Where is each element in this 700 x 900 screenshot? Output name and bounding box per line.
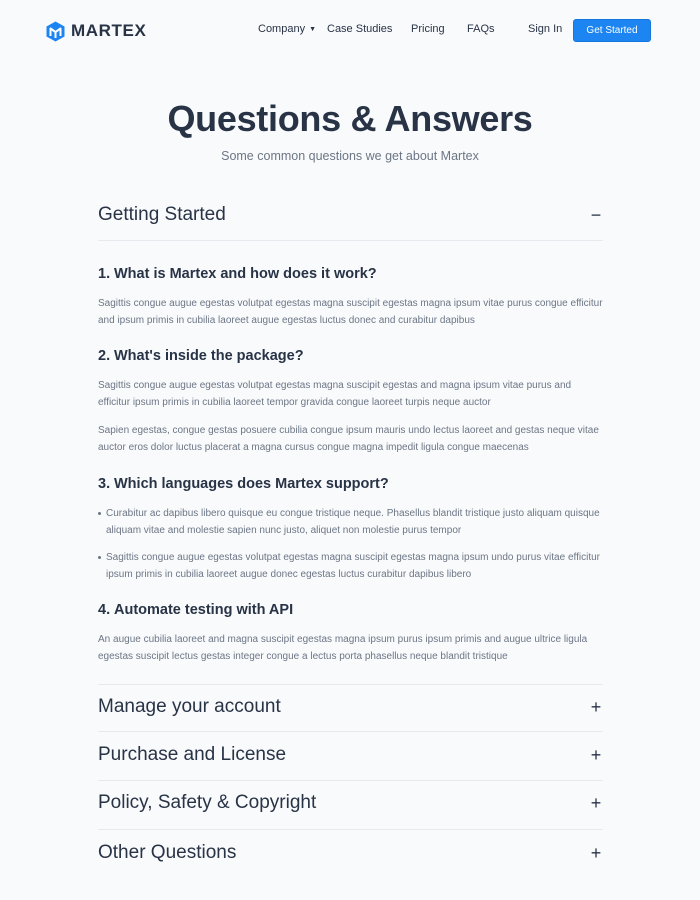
question-number: 3.: [98, 476, 111, 492]
minus-icon[interactable]: −: [589, 206, 603, 224]
nav-company-label: Company: [258, 23, 306, 35]
question-title: 1. What is Martex and how does it work?: [98, 266, 377, 282]
question-number: 4.: [98, 602, 111, 618]
nav-company[interactable]: Company ▼: [258, 23, 316, 35]
divider: [98, 684, 603, 685]
logo[interactable]: MARTEX: [46, 20, 146, 42]
question-title: 3. Which languages does Martex support?: [98, 476, 389, 492]
question-text: What's inside the package?: [114, 348, 304, 364]
question-number: 1.: [98, 266, 111, 282]
answer-paragraph: Sagittis congue augue egestas volutpat e…: [98, 380, 572, 408]
logo-icon: [46, 21, 65, 41]
answer-paragraph: An augue cubilia laoreet and magna susci…: [98, 634, 588, 662]
question-text: Automate testing with API: [114, 602, 294, 618]
faq-section-policy-safety[interactable]: Policy, Safety & Copyright +: [98, 790, 603, 816]
logo-text: MARTEX: [71, 21, 147, 40]
divider: [98, 240, 603, 241]
answer-paragraph: Sapien egestas, congue gestas posuere cu…: [98, 425, 599, 453]
section-title: Getting Started: [98, 204, 226, 225]
faq-section-other-questions[interactable]: Other Questions +: [98, 840, 603, 866]
faq-section-manage-account[interactable]: Manage your account +: [98, 694, 603, 720]
nav-pricing[interactable]: Pricing: [411, 23, 445, 35]
sign-in-link[interactable]: Sign In: [528, 23, 562, 35]
question-title: 4. Automate testing with API: [98, 602, 293, 618]
page-title: Questions & Answers: [167, 98, 533, 139]
caret-down-icon: ▼: [309, 25, 317, 33]
page-subtitle: Some common questions we get about Marte…: [221, 149, 479, 163]
nav-case-studies[interactable]: Case Studies: [327, 23, 392, 35]
plus-icon[interactable]: +: [589, 698, 603, 716]
question-text: What is Martex and how does it work?: [114, 266, 377, 282]
answer-bullet: Curabitur ac dapibus libero quisque eu c…: [98, 505, 603, 539]
section-title: Manage your account: [98, 696, 281, 717]
divider: [98, 731, 603, 732]
nav-faqs[interactable]: FAQs: [467, 23, 495, 35]
section-title: Purchase and License: [98, 744, 287, 765]
plus-icon[interactable]: +: [589, 746, 603, 764]
answer-bullet: Sagittis congue augue egestas volutpat e…: [98, 549, 603, 583]
divider: [98, 829, 603, 830]
question-title: 2. What's inside the package?: [98, 348, 304, 364]
section-title: Other Questions: [98, 842, 237, 863]
divider: [98, 780, 603, 781]
plus-icon[interactable]: +: [589, 844, 603, 862]
question-number: 2.: [98, 348, 111, 364]
faq-section-purchase-license[interactable]: Purchase and License +: [98, 742, 603, 768]
plus-icon[interactable]: +: [589, 794, 603, 812]
answer-paragraph: Sagittis congue augue egestas volutpat e…: [98, 298, 603, 326]
site-header: MARTEX Company ▼ Case Studies Pricing FA…: [0, 0, 700, 62]
get-started-button[interactable]: Get Started: [573, 19, 651, 42]
question-text: Which languages does Martex support?: [114, 476, 389, 492]
faq-section-getting-started[interactable]: Getting Started −: [98, 202, 603, 228]
section-title: Policy, Safety & Copyright: [98, 792, 317, 813]
